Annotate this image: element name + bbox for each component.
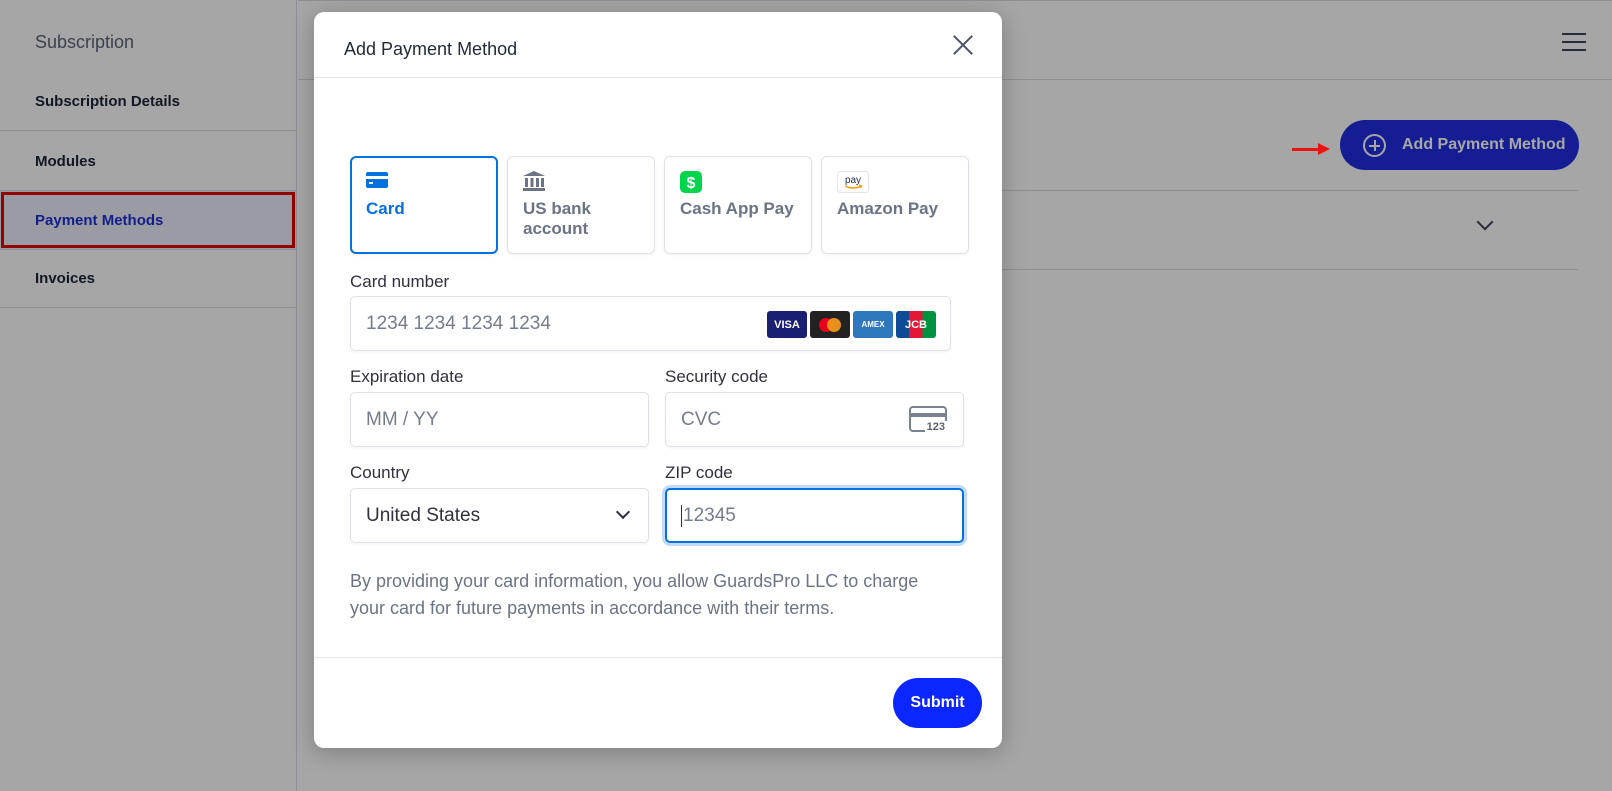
payment-type-tabs: Card US bank account $ Cash App Pay pay …: [350, 156, 969, 254]
card-number-label: Card number: [350, 272, 450, 291]
security-code-label: Security code: [665, 367, 768, 386]
tab-us-bank-account-label: US bank account: [523, 199, 592, 238]
amazon-pay-icon: pay: [837, 171, 869, 193]
dialog-title: Add Payment Method: [344, 39, 518, 59]
dialog-header: Add Payment Method: [314, 12, 1002, 78]
amex-icon: AMEX: [853, 311, 893, 338]
terms-text: By providing your card information, you …: [350, 571, 919, 618]
bank-icon: [523, 171, 545, 191]
zip-code-placeholder: 12345: [683, 504, 736, 526]
annotation-arrow-right: [1292, 143, 1330, 155]
country-label: Country: [350, 463, 410, 482]
security-code-input[interactable]: CVC 123: [665, 392, 964, 447]
tab-cash-app-pay-label: Cash App Pay: [680, 199, 794, 218]
submit-button[interactable]: Submit: [893, 678, 982, 728]
card-icon: [366, 172, 388, 188]
mastercard-icon: [810, 311, 850, 338]
tab-us-bank-account[interactable]: US bank account: [507, 156, 655, 254]
visa-icon: VISA: [767, 311, 807, 338]
country-select[interactable]: United States: [350, 488, 649, 543]
dialog-footer: Submit: [314, 657, 1002, 748]
tab-amazon-pay[interactable]: pay Amazon Pay: [821, 156, 969, 254]
card-number-input[interactable]: 1234 1234 1234 1234 VISA AMEX JCB: [350, 296, 951, 351]
tab-cash-app-pay[interactable]: $ Cash App Pay: [664, 156, 812, 254]
zip-code-label: ZIP code: [665, 463, 733, 482]
tab-card[interactable]: Card: [350, 156, 498, 254]
jcb-icon: JCB: [896, 311, 936, 338]
text-cursor: [681, 504, 682, 527]
security-code-placeholder: CVC: [681, 408, 722, 430]
zip-code-input[interactable]: 12345: [665, 488, 964, 543]
svg-text:$: $: [687, 175, 696, 192]
card-brand-icons: VISA AMEX JCB: [767, 311, 936, 338]
expiration-placeholder: MM / YY: [366, 408, 439, 430]
close-icon[interactable]: [950, 32, 976, 58]
cvc-icon-text: 123: [924, 421, 947, 433]
add-payment-method-dialog: Add Payment Method Card US bank account: [314, 12, 1002, 748]
card-number-placeholder: 1234 1234 1234 1234: [366, 312, 551, 334]
expiration-date-input[interactable]: MM / YY: [350, 392, 649, 447]
cash-app-icon: $: [680, 171, 702, 193]
country-value: United States: [366, 504, 481, 526]
tab-card-label: Card: [366, 199, 405, 218]
expiration-date-label: Expiration date: [350, 367, 464, 386]
chevron-down-icon: [615, 504, 631, 520]
tab-amazon-pay-label: Amazon Pay: [837, 199, 939, 218]
amazon-pay-badge-text: pay: [845, 175, 861, 186]
